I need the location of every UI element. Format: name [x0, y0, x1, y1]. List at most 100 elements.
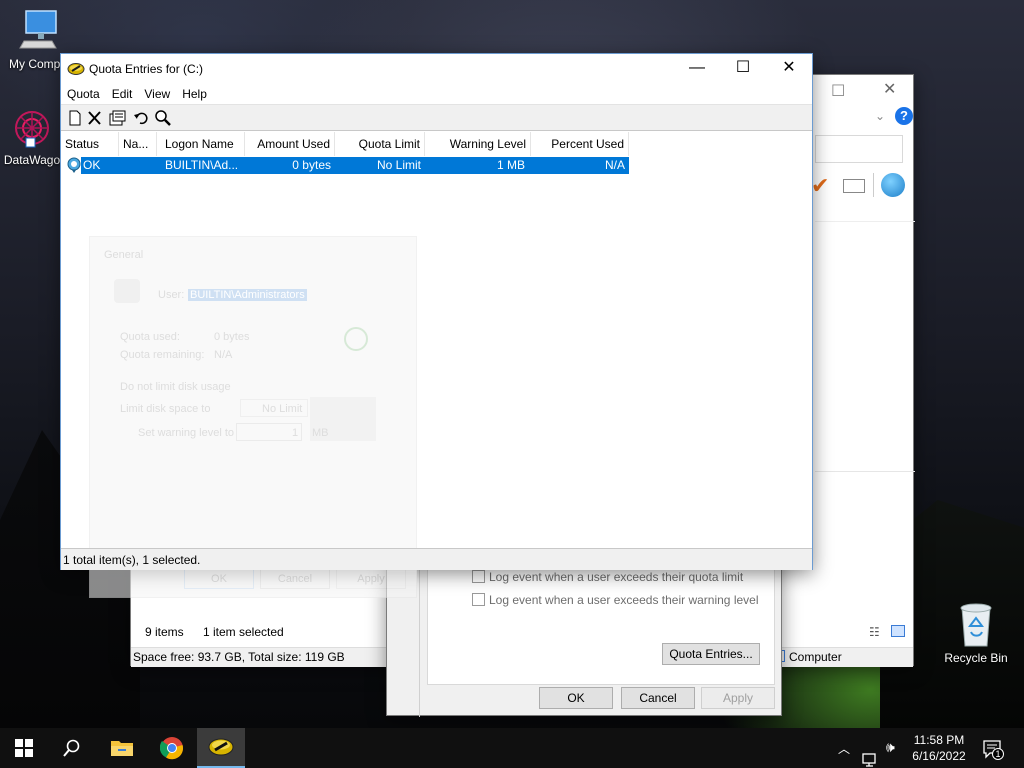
search-box[interactable]	[815, 135, 903, 163]
close-icon[interactable]: ✕	[883, 79, 896, 99]
show-hidden-icons[interactable]: ︿	[838, 740, 850, 768]
chrome-icon	[159, 737, 184, 760]
menu-quota[interactable]: Quota	[61, 84, 106, 104]
ghost-group-label: General	[104, 249, 144, 261]
cell-logon-name: BUILTIN\Ad...	[165, 158, 239, 172]
mail-icon[interactable]	[843, 179, 865, 193]
column-header-warning-level[interactable]: Warning Level	[425, 132, 531, 156]
menu-edit[interactable]: Edit	[106, 84, 139, 104]
cell-status: OK	[83, 158, 101, 172]
close-button[interactable]: ✕	[766, 54, 812, 84]
taskbar-quota-app[interactable]	[197, 728, 245, 768]
notification-count-badge: 1	[992, 748, 1004, 760]
ghost-warning-label: Set warning level to	[138, 427, 234, 439]
status-ok-icon	[67, 157, 81, 173]
desktop-icon-datawago[interactable]: DataWago	[0, 108, 64, 167]
ghost-quota-used-label: Quota used:	[120, 331, 180, 343]
ghost-user-value: BUILTIN\Administrators	[188, 289, 307, 301]
ghost-quota-remaining-label: Quota remaining:	[120, 349, 205, 361]
ok-button[interactable]: OK	[539, 687, 613, 709]
datawago-icon	[15, 111, 49, 148]
quota-entries-list[interactable]: Status Na... Logon Name Amount Used Quot…	[61, 132, 812, 598]
column-header-logon-name[interactable]: Logon Name	[161, 132, 245, 156]
desktop-icon-label: Recycle Bin	[944, 651, 1008, 665]
ghost-ok-button: OK	[184, 569, 254, 589]
find-icon[interactable]	[153, 109, 173, 127]
column-header-percent-used[interactable]: Percent Used	[531, 132, 629, 156]
help-icon[interactable]: ?	[895, 107, 913, 125]
ghost-quota-remaining-value: N/A	[214, 349, 233, 361]
properties-icon[interactable]	[107, 109, 127, 127]
chevron-down-icon[interactable]: ⌄	[875, 109, 885, 123]
log-quota-limit-checkbox[interactable]: Log event when a user exceeds their quot…	[472, 570, 743, 584]
toolbar	[61, 104, 812, 131]
column-header-name[interactable]: Na...	[119, 132, 157, 156]
volume-icon[interactable]: 🕪	[886, 739, 895, 768]
checkmark-icon[interactable]: ✔	[811, 173, 829, 199]
windows-logo-icon	[15, 739, 33, 757]
start-button[interactable]	[0, 728, 48, 768]
ghost-radio-no-limit: Do not limit disk usage	[120, 381, 231, 393]
checkbox-label: Log event when a user exceeds their quot…	[489, 570, 744, 584]
menu-help[interactable]: Help	[176, 84, 213, 104]
checkbox-label: Log event when a user exceeds their warn…	[489, 593, 759, 607]
divider	[815, 471, 915, 472]
separator	[873, 173, 874, 197]
quota-app-icon	[208, 738, 234, 756]
clock[interactable]: 11:58 PM 6/16/2022	[904, 732, 974, 768]
delete-icon[interactable]	[85, 109, 105, 127]
quota-app-icon	[67, 63, 85, 75]
action-center-button[interactable]: 1	[982, 738, 1004, 768]
location-label: Computer	[789, 650, 842, 664]
globe-icon[interactable]	[881, 173, 905, 197]
apply-button[interactable]: Apply	[701, 687, 775, 709]
menu-view[interactable]: View	[138, 84, 176, 104]
column-header-status[interactable]: Status	[61, 132, 119, 156]
cell-warning-level: 1 MB	[496, 158, 525, 172]
quota-entries-button[interactable]: Quota Entries...	[662, 643, 760, 665]
taskbar-chrome[interactable]	[148, 728, 196, 768]
cell-percent-used: N/A	[604, 158, 625, 172]
new-entry-icon[interactable]	[65, 109, 85, 127]
search-button[interactable]	[48, 728, 96, 768]
checkbox-box	[472, 593, 485, 606]
maximize-button[interactable]: ☐	[720, 54, 766, 84]
desktop-icon-label: DataWago	[3, 153, 61, 167]
desktop-icon-recycle-bin[interactable]: Recycle Bin	[940, 600, 1012, 665]
taskbar-file-explorer[interactable]	[98, 728, 146, 768]
undo-icon[interactable]	[131, 109, 151, 127]
clock-date: 6/16/2022	[912, 749, 966, 763]
large-icons-view-icon[interactable]	[891, 625, 905, 637]
ghost-cancel-button: Cancel	[260, 569, 330, 589]
network-icon[interactable]	[862, 740, 880, 768]
computer-icon	[19, 10, 57, 49]
ghost-quota-used-value: 0 bytes	[214, 331, 250, 343]
minimize-button[interactable]: —	[674, 54, 720, 84]
title-bar[interactable]: Quota Entries for (C:) — ☐ ✕	[61, 54, 812, 84]
ghost-warning-unit: MB	[312, 427, 329, 439]
divider	[815, 221, 915, 222]
ghost-user-label: User:	[158, 289, 185, 301]
maximize-icon[interactable]: ☐	[831, 81, 845, 101]
cell-quota-limit: No Limit	[376, 158, 421, 172]
status-ok-icon	[344, 327, 368, 351]
status-item-count: 9 items	[145, 625, 184, 639]
ghost-limit-value: No Limit	[262, 403, 303, 415]
user-icon	[114, 279, 140, 303]
details-view-icon[interactable]: ☷	[869, 625, 880, 639]
column-header-quota-limit[interactable]: Quota Limit	[335, 132, 425, 156]
log-warning-level-checkbox[interactable]: Log event when a user exceeds their warn…	[472, 593, 759, 607]
table-row[interactable]: OK BUILTIN\Ad... 0 bytes No Limit 1 MB N…	[81, 157, 629, 174]
ghost-entry-dialog: General User: BUILTIN\Administrators Quo…	[89, 236, 417, 598]
space-info: Space free: 93.7 GB, Total size: 119 GB	[133, 650, 345, 664]
taskbar: ︿ 🕪 11:58 PM 6/16/2022 1	[0, 728, 1024, 768]
recycle-bin-icon	[960, 603, 992, 647]
list-header: Status Na... Logon Name Amount Used Quot…	[61, 132, 812, 156]
status-selected: 1 item selected	[203, 625, 284, 639]
ghost-apply-button: Apply	[336, 569, 406, 589]
cancel-button[interactable]: Cancel	[621, 687, 695, 709]
ghost-radio-limit: Limit disk space to	[120, 403, 211, 415]
clock-time: 11:58 PM	[913, 733, 965, 747]
ghost-warning-value: 1	[292, 427, 299, 439]
column-header-amount-used[interactable]: Amount Used	[245, 132, 335, 156]
